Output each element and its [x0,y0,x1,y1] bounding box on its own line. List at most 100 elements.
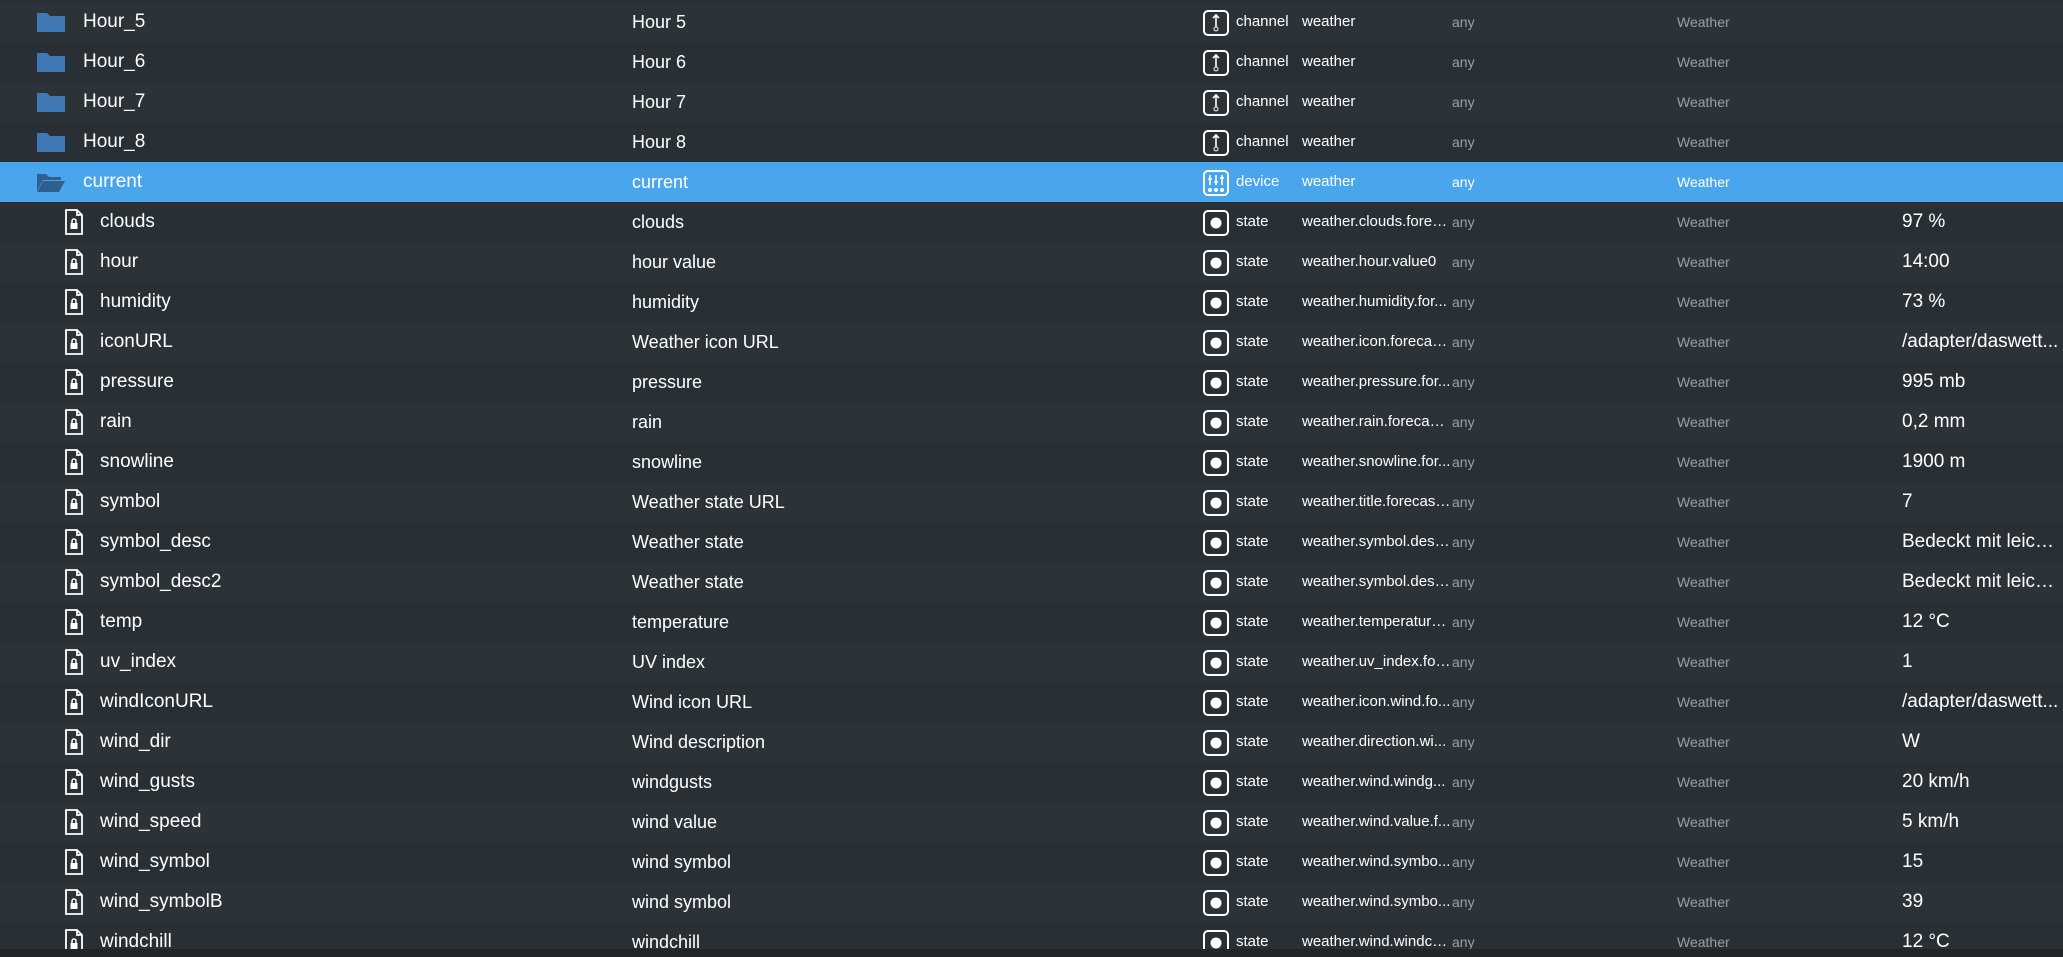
object-type: state [1236,533,1269,550]
object-name: Hour 6 [632,52,687,72]
object-value[interactable]: W [1902,722,2063,762]
state-row[interactable]: rain rain state weather.rain.forecast.0 any W… [0,402,2063,442]
object-name: Weather state [632,532,744,552]
object-room: Weather [1677,574,1730,590]
state-row[interactable]: wind_symbolB wind symbol state weather.wind… [0,882,2063,922]
state-file-icon [64,522,98,562]
object-value[interactable]: 7 [1902,482,2063,522]
object-type: state [1236,813,1269,830]
object-custom: any [1452,174,1475,190]
object-value[interactable]: 995 mb [1902,362,2063,402]
folder-icon[interactable] [36,2,70,42]
state-file-icon [64,402,98,442]
state-type-icon [1203,330,1229,356]
object-value[interactable]: 14:00 [1902,242,2063,282]
object-type: state [1236,773,1269,790]
folder-row[interactable]: Hour_7 Hour 7 channel weather any Weather [0,82,2063,122]
object-type: channel [1236,53,1289,70]
state-row[interactable]: humidity humidity state weather.humidity.fo… [0,282,2063,322]
object-type: state [1236,333,1269,350]
object-room: Weather [1677,814,1730,830]
state-row[interactable]: clouds clouds state weather.clouds.forec...… [0,202,2063,242]
object-value[interactable]: 20 km/h [1902,762,2063,802]
object-id: wind_gusts [100,771,196,792]
object-value[interactable]: Bedeckt mit leicht... [1902,562,2063,602]
object-value[interactable]: 39 [1902,882,2063,922]
state-row[interactable]: iconURL Weather icon URL state weather.icon… [0,322,2063,362]
object-role: weather.hour.value0 [1302,253,1437,270]
folder-row[interactable]: Hour_8 Hour 8 channel weather any Weather [0,122,2063,162]
object-value[interactable]: 15 [1902,842,2063,882]
object-name: wind value [632,812,718,832]
object-value[interactable]: /adapter/daswett... [1902,322,2063,362]
object-role: weather.humidity.for... [1302,293,1447,310]
state-row[interactable]: pressure pressure state weather.pressure.fo… [0,362,2063,402]
object-custom: any [1452,494,1475,510]
object-role: weather.snowline.for... [1302,453,1451,470]
object-custom: any [1452,94,1475,110]
state-row[interactable]: temp temperature state weather.temperature.… [0,602,2063,642]
folder-row[interactable]: Hour_5 Hour 5 channel weather any Weather [0,2,2063,42]
object-value[interactable]: 97 % [1902,202,2063,242]
object-name: wind symbol [632,852,732,872]
object-name: Hour 5 [632,12,687,32]
object-value[interactable]: /adapter/daswett... [1902,682,2063,722]
object-value[interactable]: Bedeckt mit leicht... [1902,522,2063,562]
state-row[interactable]: wind_dir Wind description state weather.dir… [0,722,2063,762]
state-row[interactable]: snowline snowline state weather.snowline.fo… [0,442,2063,482]
object-room: Weather [1677,654,1730,670]
state-row[interactable]: uv_index UV index state weather.uv_index.fo… [0,642,2063,682]
object-value[interactable] [1902,82,2063,122]
state-row[interactable]: wind_symbol wind symbol state weather.wind.… [0,842,2063,882]
folder-icon[interactable] [36,122,70,162]
object-room: Weather [1677,214,1730,230]
state-file-icon [64,322,98,362]
object-name: UV index [632,652,706,672]
object-value[interactable]: 1900 m [1902,442,2063,482]
object-value[interactable] [1902,42,2063,82]
object-id: windIconURL [100,691,213,712]
object-custom: any [1452,774,1475,790]
folder-row[interactable]: current current device weather any Weather [0,162,2063,202]
state-row[interactable]: wind_gusts windgusts state weather.wind.win… [0,762,2063,802]
object-type: state [1236,213,1269,230]
object-id: Hour_7 [83,91,146,112]
object-value[interactable]: 5 km/h [1902,802,2063,842]
object-value[interactable]: 12 °C [1902,602,2063,642]
object-value[interactable]: 1 [1902,642,2063,682]
object-name: Weather state [632,572,744,592]
object-room: Weather [1677,94,1730,110]
state-row[interactable]: hour hour value state weather.hour.value0 an… [0,242,2063,282]
folder-icon[interactable] [36,82,70,122]
horizontal-scrollbar[interactable] [0,949,2063,957]
object-role: weather.clouds.forec... [1302,213,1452,230]
state-row[interactable]: symbol_desc Weather state state weather.sym… [0,522,2063,562]
state-type-icon [1203,250,1229,276]
state-type-icon [1203,410,1229,436]
state-file-icon [64,842,98,882]
object-value[interactable]: 0,2 mm [1902,402,2063,442]
folder-row[interactable]: Hour_6 Hour 6 channel weather any Weather [0,42,2063,82]
object-id: Hour_6 [83,51,146,72]
state-row[interactable]: windIconURL Wind icon URL state weather.ico… [0,682,2063,722]
state-file-icon [64,682,98,722]
state-row[interactable]: symbol Weather state URL state weather.titl… [0,482,2063,522]
object-value[interactable] [1902,2,2063,42]
object-role: weather.icon.wind.fo... [1302,693,1451,710]
object-type: state [1236,613,1269,630]
object-role: weather.icon.forecas... [1302,333,1452,350]
object-value[interactable] [1902,162,2063,202]
object-value[interactable]: 73 % [1902,282,2063,322]
state-type-icon [1203,570,1229,596]
object-value[interactable] [1902,122,2063,162]
object-type: state [1236,653,1269,670]
folder-open-icon[interactable] [36,162,70,202]
state-row[interactable]: wind_speed wind value state weather.wind.va… [0,802,2063,842]
folder-icon[interactable] [36,42,70,82]
state-type-icon [1203,210,1229,236]
channel-type-icon [1203,130,1229,156]
object-room: Weather [1677,534,1730,550]
state-type-icon [1203,290,1229,316]
state-file-icon [64,882,98,922]
state-row[interactable]: symbol_desc2 Weather state state weather.sy… [0,562,2063,602]
